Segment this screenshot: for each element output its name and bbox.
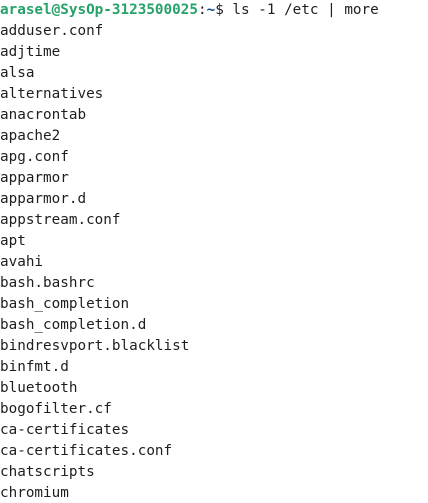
output-line: apache2: [0, 128, 61, 144]
output-line: bash_completion.d: [0, 317, 147, 333]
output-line: apt: [0, 233, 26, 249]
output-line: appstream.conf: [0, 212, 121, 228]
output-line: bogofilter.cf: [0, 401, 112, 417]
terminal-window[interactable]: arasel@SysOp-3123500025:~$ ls -1 /etc | …: [0, 0, 428, 503]
output-line: apparmor.d: [0, 191, 87, 207]
output-line: ca-certificates.conf: [0, 443, 173, 459]
output-line: apg.conf: [0, 149, 69, 165]
prompt-line: arasel@SysOp-3123500025:~$ ls -1 /etc | …: [0, 0, 428, 21]
prompt-path: ~: [206, 2, 216, 18]
output-line: adjtime: [0, 44, 61, 60]
output-list: adduser.conf adjtime alsa alternatives a…: [0, 21, 428, 503]
output-line: adduser.conf: [0, 23, 104, 39]
output-line: chromium: [0, 485, 69, 501]
output-line: ca-certificates: [0, 422, 130, 438]
output-line: alsa: [0, 65, 35, 81]
command-text: ls -1 /etc | more: [232, 2, 379, 18]
output-line: bluetooth: [0, 380, 78, 396]
prompt-colon: :: [197, 2, 207, 18]
prompt-user-host: arasel@SysOp-3123500025: [0, 2, 198, 18]
output-line: avahi: [0, 254, 44, 270]
output-line: bash.bashrc: [0, 275, 95, 291]
output-line: anacrontab: [0, 107, 87, 123]
output-line: binfmt.d: [0, 359, 69, 375]
output-line: alternatives: [0, 86, 104, 102]
output-line: bash_completion: [0, 296, 130, 312]
output-line: apparmor: [0, 170, 69, 186]
output-line: bindresvport.blacklist: [0, 338, 190, 354]
prompt-symbol: $: [215, 2, 233, 18]
output-line: chatscripts: [0, 464, 95, 480]
